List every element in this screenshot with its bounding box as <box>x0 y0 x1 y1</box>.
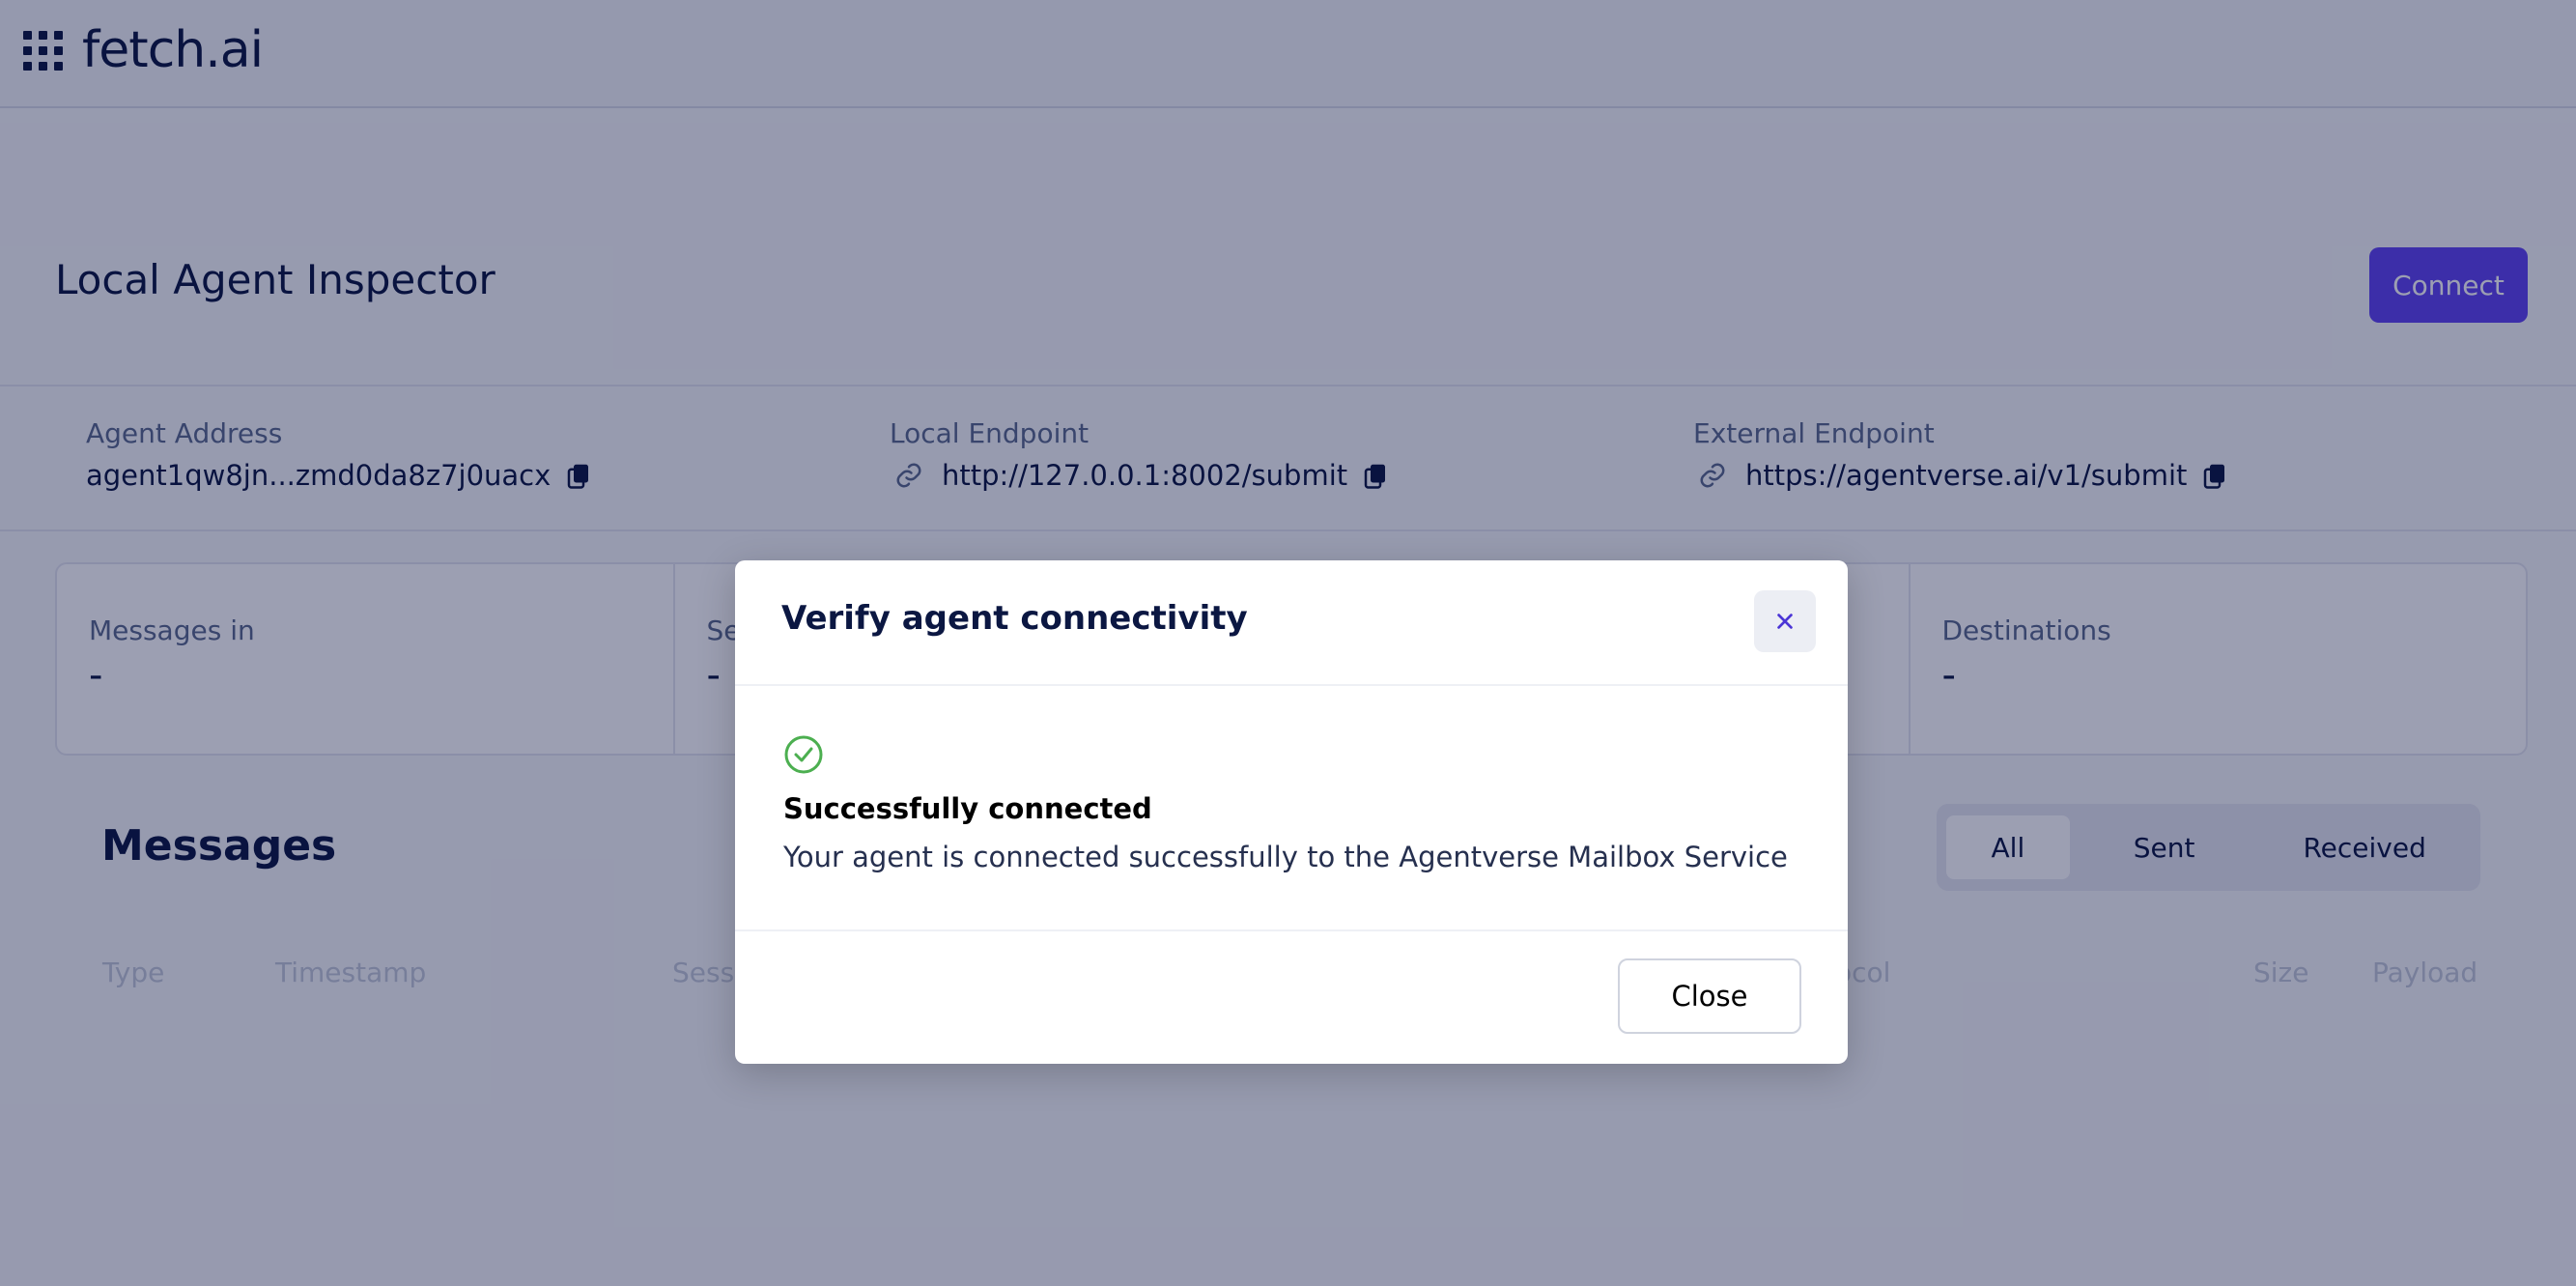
dialog-body: Successfully connected Your agent is con… <box>735 686 1848 931</box>
success-check-icon <box>784 735 823 774</box>
dialog-close-button[interactable]: Close <box>1618 958 1801 1034</box>
dialog-header: Verify agent connectivity <box>735 560 1848 686</box>
dialog-close-icon-button[interactable] <box>1754 590 1816 652</box>
success-title: Successfully connected <box>783 792 1152 825</box>
close-icon <box>1777 614 1793 629</box>
success-message: Your agent is connected successfully to … <box>783 841 1788 873</box>
dialog-title: Verify agent connectivity <box>781 599 1248 638</box>
verify-connectivity-dialog: Verify agent connectivity Successfully c… <box>735 560 1848 1064</box>
